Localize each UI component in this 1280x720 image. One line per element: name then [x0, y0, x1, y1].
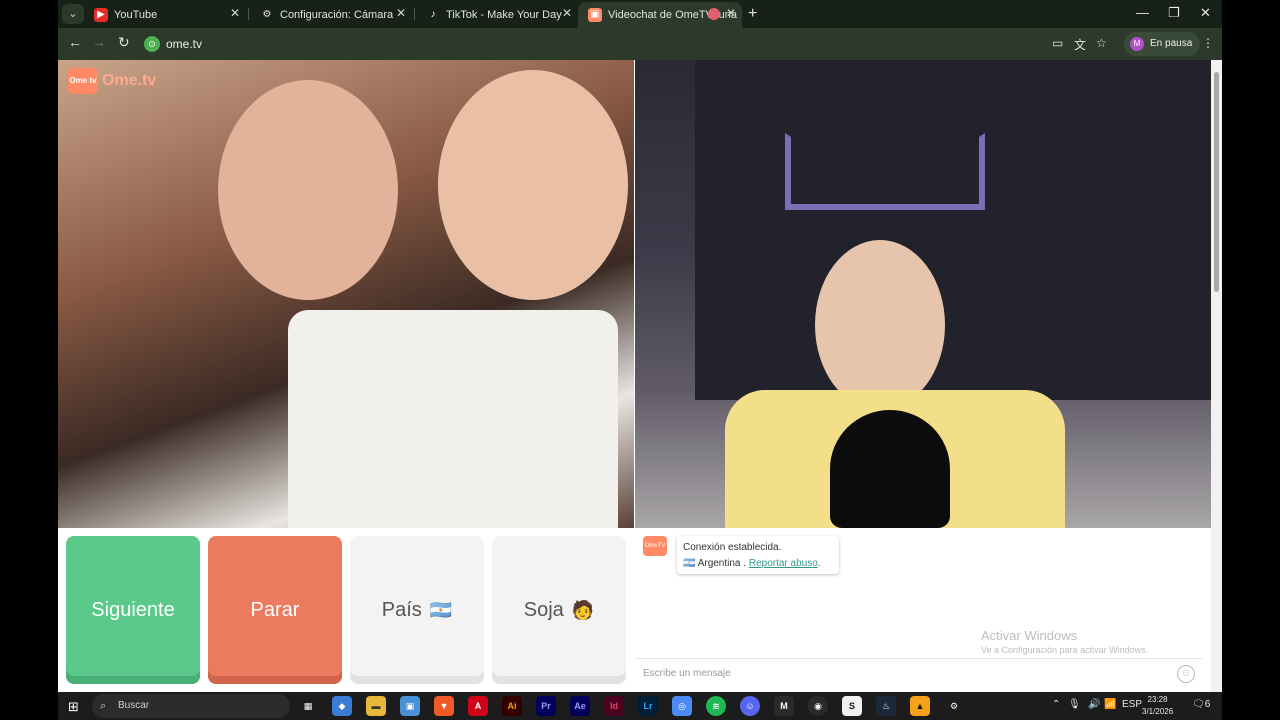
ometv-chat-icon: OmeTV	[643, 536, 667, 556]
store-icon[interactable]: ▣	[400, 696, 420, 716]
acrobat-icon[interactable]: A	[468, 696, 488, 716]
url-text: ome.tv	[166, 37, 203, 51]
taskbar-search[interactable]: ⌕ Buscar	[92, 694, 290, 718]
discord-icon[interactable]: ☺	[740, 696, 760, 716]
site-info-icon[interactable]: ⊙	[144, 36, 160, 52]
tiktok-icon: ♪	[430, 9, 436, 20]
steam-icon[interactable]: ♨	[876, 696, 896, 716]
argentina-flag-icon: 🇦🇷	[429, 599, 453, 620]
lightroom-icon[interactable]: Lr	[638, 696, 658, 716]
page-scrollbar[interactable]	[1211, 60, 1222, 692]
profile-label: En pausa	[1150, 38, 1193, 49]
self-video	[635, 60, 1211, 528]
obs-icon[interactable]: ◉	[808, 696, 828, 716]
microphone-icon[interactable]: 🎙	[1068, 699, 1081, 710]
notification-icon[interactable]: 🗨6	[1192, 699, 1210, 710]
close-window-icon[interactable]: ✕	[1200, 5, 1211, 21]
fl-studio-icon[interactable]: ▲	[910, 696, 930, 716]
minimize-icon[interactable]: —	[1136, 5, 1149, 20]
task-view-icon[interactable]: ▦	[298, 696, 318, 716]
report-abuse-link[interactable]: Reportar abuso	[749, 558, 818, 569]
settings-gear-icon[interactable]: ⚙	[944, 696, 964, 716]
premiere-icon[interactable]: Pr	[536, 696, 556, 716]
browser-window: ⌄ ▶ YouTube ✕ ⚙ Configuración: Cámara ✕ …	[58, 0, 1222, 692]
forward-icon[interactable]: →	[92, 34, 106, 50]
face-shape	[815, 240, 945, 410]
search-icon: ⌕	[100, 700, 107, 712]
windows-start-icon[interactable]: ⊞	[68, 699, 79, 715]
browser-toolbar: ← → ↻ ⊙ ome.tv ▭ 文 ☆ M En pausa ⋮	[58, 28, 1222, 60]
gender-button[interactable]: Soja 🧑	[492, 536, 626, 684]
address-bar[interactable]: ⊙ ome.tv	[140, 32, 1040, 56]
chat-country: Argentina	[697, 558, 741, 569]
ometv-logo: Ome tv Ome.tv	[68, 68, 156, 94]
remote-video: Ome tv Ome.tv	[58, 60, 634, 528]
wifi-icon[interactable]: 📶	[1104, 699, 1116, 710]
chevron-up-icon[interactable]: ⌃	[1052, 699, 1060, 710]
illustrator-icon[interactable]: Ai	[502, 696, 522, 716]
app-icon[interactable]: M	[774, 696, 794, 716]
clock[interactable]: 23:28 3/1/2026	[1142, 694, 1173, 718]
reload-icon[interactable]: ↻	[118, 34, 130, 51]
tab-title: Configuración: Cámara	[280, 9, 394, 21]
next-button[interactable]: Siguiente	[66, 536, 200, 684]
argentina-flag-icon: 🇦🇷	[683, 558, 696, 569]
volume-icon[interactable]: 🔊	[1088, 699, 1100, 710]
face-shape	[438, 70, 628, 300]
windows-taskbar: ⊞ ⌕ Buscar ▦ ◆ ▬ ▣ ▼ A Ai Pr Ae Id Lr ◎ …	[58, 692, 1222, 720]
tab-title: YouTube	[114, 9, 158, 21]
youtube-icon: ▶	[94, 8, 108, 22]
message-input[interactable]: Escribe un mensaje ☺	[635, 658, 1203, 688]
chrome-icon[interactable]: ◎	[672, 696, 692, 716]
app-icon[interactable]: S	[842, 696, 862, 716]
ometv-icon: ▣	[588, 8, 602, 22]
tab-settings-camera[interactable]: ⚙ Configuración: Cámara ✕	[250, 2, 412, 28]
shirt-shape	[288, 310, 618, 528]
stop-button[interactable]: Parar	[208, 536, 342, 684]
close-icon[interactable]: ✕	[230, 6, 240, 20]
recording-icon	[708, 8, 720, 20]
tab-ometv[interactable]: ▣ Videochat de OmeTV: una ✕	[578, 2, 742, 28]
back-icon[interactable]: ←	[68, 34, 82, 50]
spotify-icon[interactable]: ≋	[706, 696, 726, 716]
connection-status: Conexión establecida.	[683, 542, 782, 553]
indesign-icon[interactable]: Id	[604, 696, 624, 716]
close-icon[interactable]: ✕	[396, 6, 406, 20]
gear-icon: ⚙	[262, 9, 272, 20]
file-explorer-icon[interactable]: ▬	[366, 696, 386, 716]
country-button[interactable]: País 🇦🇷	[350, 536, 484, 684]
person-icon: 🧑	[571, 599, 595, 620]
new-tab-button[interactable]: +	[748, 5, 757, 23]
tab-youtube[interactable]: ▶ YouTube ✕	[84, 2, 246, 28]
windows-activation-watermark: Activar Windows Ve a Configuración para …	[981, 628, 1149, 655]
star-icon[interactable]: ☆	[1096, 36, 1107, 50]
emoji-icon[interactable]: ☺	[1177, 665, 1195, 683]
system-message: Conexión establecida. 🇦🇷 Argentina . Rep…	[677, 536, 839, 574]
profile-button[interactable]: M En pausa	[1124, 32, 1201, 56]
close-icon[interactable]: ✕	[562, 6, 572, 20]
brave-icon[interactable]: ▼	[434, 696, 454, 716]
restore-icon[interactable]: ❐	[1168, 5, 1180, 21]
avatar: M	[1130, 37, 1144, 51]
tab-tiktok[interactable]: ♪ TikTok - Make Your Day ✕	[416, 2, 578, 28]
face-shape	[218, 80, 398, 300]
after-effects-icon[interactable]: Ae	[570, 696, 590, 716]
language-indicator[interactable]: ESP	[1122, 699, 1142, 710]
tab-strip: ⌄ ▶ YouTube ✕ ⚙ Configuración: Cámara ✕ …	[58, 0, 1222, 28]
menu-icon[interactable]: ⋮	[1202, 36, 1214, 50]
cast-icon[interactable]: ▭	[1052, 36, 1063, 50]
page-content: Ome tv Ome.tv Siguiente Parar País 🇦🇷 So…	[58, 60, 1211, 692]
microphone-shape	[830, 410, 950, 528]
chat-panel: OmeTV Conexión establecida. 🇦🇷 Argentina…	[635, 528, 1203, 692]
tab-title: TikTok - Make Your Day	[446, 9, 562, 21]
banner-shape	[695, 60, 1211, 400]
close-icon[interactable]: ✕	[726, 6, 736, 20]
copilot-icon[interactable]: ◆	[332, 696, 352, 716]
tab-search-button[interactable]: ⌄	[62, 4, 84, 24]
translate-icon[interactable]: 文	[1074, 36, 1086, 53]
